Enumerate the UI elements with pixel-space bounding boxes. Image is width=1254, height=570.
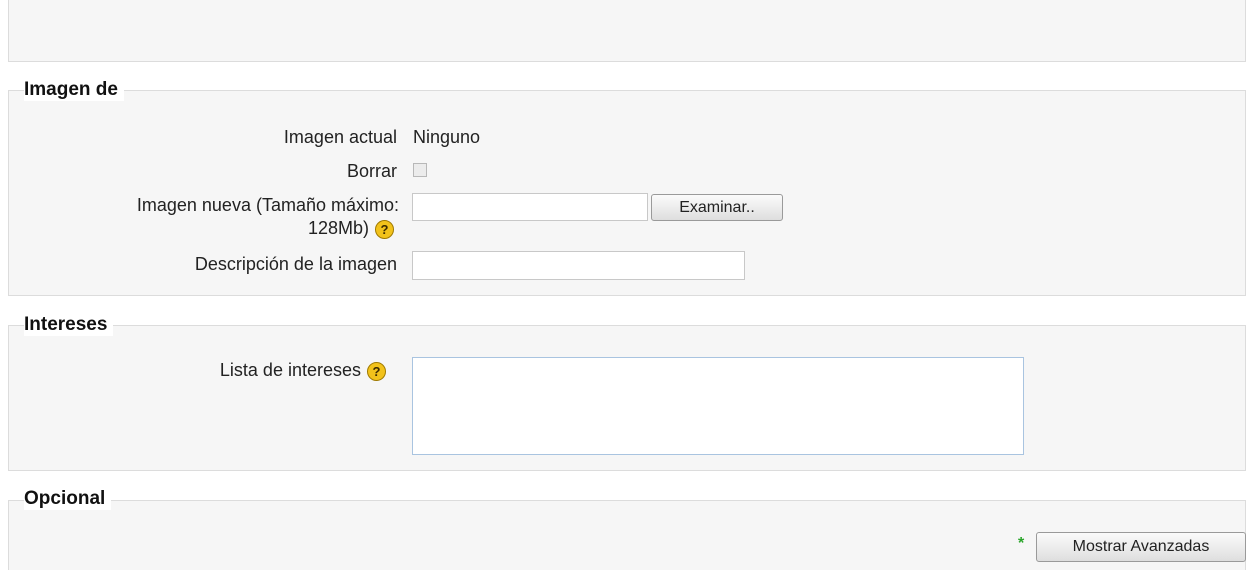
legend-imagen: Imagen de: [24, 79, 124, 101]
delete-label: Borrar: [346, 161, 397, 181]
description-label: Descripción de la imagen: [194, 254, 397, 274]
profile-form-page: Imagen de Imagen actual Ninguno Borrar I…: [0, 0, 1254, 570]
current-image-value: Ninguno: [413, 127, 481, 147]
interests-textarea[interactable]: [412, 357, 1024, 455]
browse-button[interactable]: Examinar..: [651, 194, 783, 221]
image-description-input[interactable]: [412, 251, 745, 280]
delete-checkbox[interactable]: [413, 163, 427, 177]
help-icon[interactable]: ?: [367, 361, 386, 381]
legend-opcional: Opcional: [24, 488, 112, 510]
current-image-label: Imagen actual: [283, 127, 397, 147]
previous-fieldset: [8, 0, 1246, 62]
legend-intereses: Intereses: [24, 314, 114, 336]
file-path-input[interactable]: [412, 193, 648, 221]
show-advanced-button[interactable]: Mostrar Avanzadas: [1036, 532, 1246, 562]
required-marker: *: [1018, 535, 1025, 552]
new-image-size-label: 128Mb)?: [308, 217, 394, 239]
interests-label-row: Lista de intereses?: [220, 359, 386, 381]
new-image-label: Imagen nueva (Tamaño máximo:: [136, 195, 399, 215]
help-icon[interactable]: ?: [375, 219, 394, 239]
new-image-size-text: 128Mb): [307, 218, 369, 238]
interests-label: Lista de intereses: [219, 360, 361, 380]
